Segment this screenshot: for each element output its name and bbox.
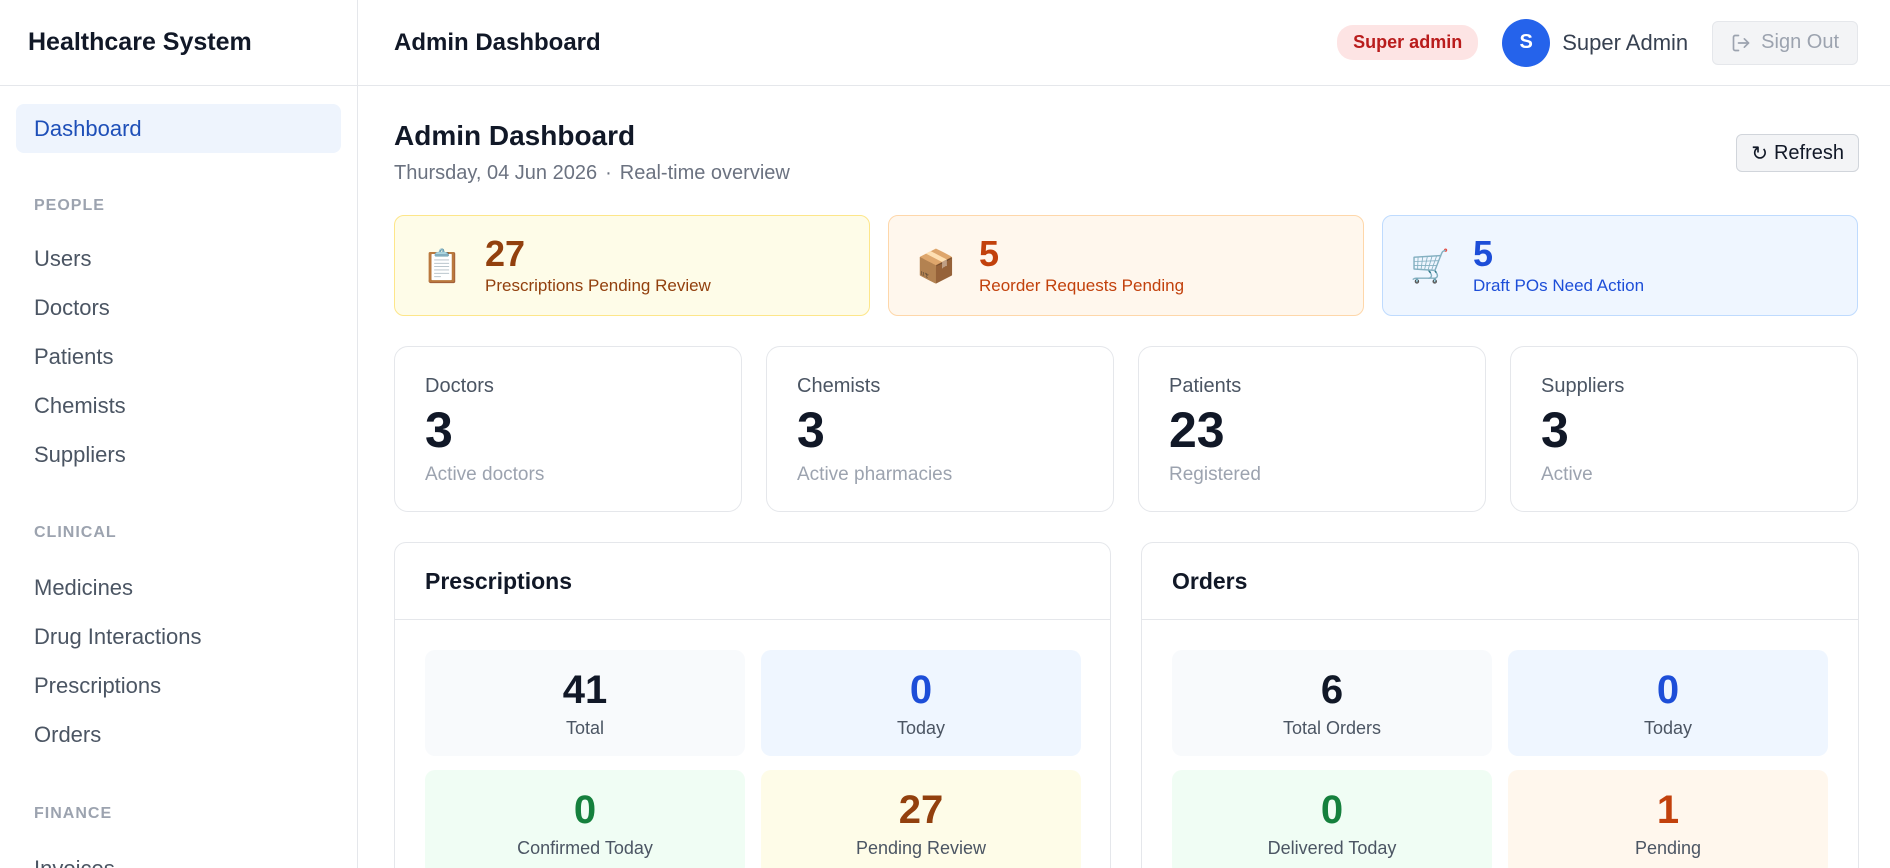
package-icon: 📦 <box>916 247 956 284</box>
tile-value: 27 <box>898 787 944 832</box>
tile-today: 0 Today <box>1508 650 1828 756</box>
tile-value: 0 <box>573 787 597 832</box>
tile-value: 6 <box>1320 667 1344 712</box>
tile-label: Confirmed Today <box>517 837 653 858</box>
tile-total-orders: 6 Total Orders <box>1172 650 1492 756</box>
stat-card-suppliers: Suppliers 3 Active <box>1510 346 1858 512</box>
alert-draft-pos[interactable]: 🛒 5 Draft POs Need Action <box>1382 215 1858 316</box>
sidebar-section-clinical: CLINICAL <box>34 524 117 541</box>
stat-value: 23 <box>1169 402 1225 458</box>
alert-label: Reorder Requests Pending <box>979 275 1185 295</box>
tile-label: Delivered Today <box>1267 837 1397 858</box>
user-name: Super Admin <box>1562 29 1689 55</box>
sidebar-item-doctors[interactable]: Doctors <box>16 283 341 332</box>
stat-subtitle: Active <box>1541 464 1593 485</box>
sidebar-section-people: PEOPLE <box>34 197 105 214</box>
page-header: Admin Dashboard Thursday, 04 Jun 2026 · Re… <box>394 120 1859 185</box>
orders-tiles: 6 Total Orders 0 Today 0 Delivered Today… <box>1142 620 1858 868</box>
alert-label: Draft POs Need Action <box>1473 275 1645 295</box>
separator: · <box>605 162 612 184</box>
alert-reorder-requests[interactable]: 📦 5 Reorder Requests Pending <box>888 215 1364 316</box>
alert-value: 5 <box>1473 232 1494 274</box>
stat-card-doctors: Doctors 3 Active doctors <box>394 346 742 512</box>
tile-label: Pending Review <box>855 837 987 858</box>
stat-value: 3 <box>425 402 453 458</box>
summary-panels: Prescriptions 41 Total 0 Today 0 Confirm… <box>394 542 1859 868</box>
tile-total: 41 Total <box>425 650 745 756</box>
sidebar: Healthcare System Dashboard PEOPLE Users… <box>0 0 358 868</box>
header-title: Admin Dashboard <box>394 28 601 56</box>
refresh-button[interactable]: ↻ Refresh <box>1736 134 1859 172</box>
prescriptions-tiles: 41 Total 0 Today 0 Confirmed Today 27 Pe… <box>395 620 1110 868</box>
sign-out-label: Sign Out <box>1761 31 1839 53</box>
tile-pending: 1 Pending <box>1508 770 1828 868</box>
sidebar-item-dashboard[interactable]: Dashboard <box>16 104 341 153</box>
tile-label: Today <box>896 717 946 738</box>
stat-value: 3 <box>1541 402 1569 458</box>
sidebar-item-suppliers[interactable]: Suppliers <box>16 430 341 479</box>
tile-label: Total <box>565 717 605 738</box>
page-subtitle: Thursday, 04 Jun 2026 · Real-time overview <box>394 162 790 185</box>
sidebar-item-medicines[interactable]: Medicines <box>16 563 341 612</box>
alert-cards: 📋 27 Prescriptions Pending Review 📦 5 Re… <box>394 215 1859 316</box>
stat-title: Suppliers <box>1541 375 1625 397</box>
sidebar-item-invoices[interactable]: Invoices <box>16 844 341 868</box>
alert-value: 27 <box>485 232 526 274</box>
tile-today: 0 Today <box>761 650 1081 756</box>
current-date: Thursday, 04 Jun 2026 <box>394 162 598 184</box>
tile-value: 41 <box>562 667 608 712</box>
tile-label: Total Orders <box>1282 717 1382 738</box>
sidebar-item-chemists[interactable]: Chemists <box>16 381 341 430</box>
sidebar-item-orders[interactable]: Orders <box>16 710 341 759</box>
tile-label: Pending <box>1634 837 1702 858</box>
role-badge: Super admin <box>1337 25 1479 60</box>
sidebar-item-prescriptions[interactable]: Prescriptions <box>16 661 341 710</box>
alert-value: 5 <box>979 232 1000 274</box>
sidebar-item-users[interactable]: Users <box>16 234 341 283</box>
stat-title: Patients <box>1169 375 1242 397</box>
main-content: Admin Dashboard Thursday, 04 Jun 2026 · Re… <box>394 86 1859 868</box>
sidebar-section-finance: FINANCE <box>34 805 113 822</box>
cart-icon: 🛒 <box>1410 247 1450 284</box>
tile-value: 0 <box>1656 667 1680 712</box>
page-title: Admin Dashboard <box>394 120 636 151</box>
tile-delivered-today: 0 Delivered Today <box>1172 770 1492 868</box>
stat-title: Chemists <box>797 375 881 397</box>
refresh-label: Refresh <box>1773 141 1844 164</box>
stat-card-patients: Patients 23 Registered <box>1138 346 1486 512</box>
sidebar-nav: Dashboard PEOPLE Users Doctors Patients … <box>0 86 357 868</box>
app-title: Healthcare System <box>0 0 357 86</box>
stat-subtitle: Active doctors <box>425 464 545 485</box>
sidebar-item-patients[interactable]: Patients <box>16 332 341 381</box>
overview-label: Real-time overview <box>619 162 790 184</box>
sign-out-button[interactable]: Sign Out <box>1712 20 1858 65</box>
top-bar: Admin Dashboard Super admin S Super Admi… <box>358 0 1890 86</box>
stat-title: Doctors <box>425 375 494 397</box>
stat-cards: Doctors 3 Active doctors Chemists 3 Acti… <box>394 346 1859 512</box>
stat-card-chemists: Chemists 3 Active pharmacies <box>766 346 1114 512</box>
tile-confirmed-today: 0 Confirmed Today <box>425 770 745 868</box>
tile-value: 0 <box>909 667 933 712</box>
stat-subtitle: Registered <box>1169 464 1261 485</box>
stat-subtitle: Active pharmacies <box>797 464 953 485</box>
stat-value: 3 <box>797 402 825 458</box>
refresh-icon: ↻ <box>1751 142 1768 165</box>
tile-value: 0 <box>1320 787 1344 832</box>
avatar[interactable]: S <box>1502 18 1551 67</box>
orders-panel: Orders 6 Total Orders 0 Today 0 Delivere… <box>1141 542 1859 868</box>
tile-pending-review: 27 Pending Review <box>761 770 1081 868</box>
sign-out-icon <box>1732 34 1750 51</box>
tile-label: Today <box>1643 717 1693 738</box>
prescriptions-panel: Prescriptions 41 Total 0 Today 0 Confirm… <box>394 542 1111 868</box>
alert-label: Prescriptions Pending Review <box>485 275 711 295</box>
panel-title: Prescriptions <box>395 543 1110 620</box>
clipboard-icon: 📋 <box>422 247 462 284</box>
sidebar-item-drug-interactions[interactable]: Drug Interactions <box>16 612 341 661</box>
alert-prescriptions-pending[interactable]: 📋 27 Prescriptions Pending Review <box>394 215 870 316</box>
panel-title: Orders <box>1142 543 1858 620</box>
tile-value: 1 <box>1656 787 1680 832</box>
